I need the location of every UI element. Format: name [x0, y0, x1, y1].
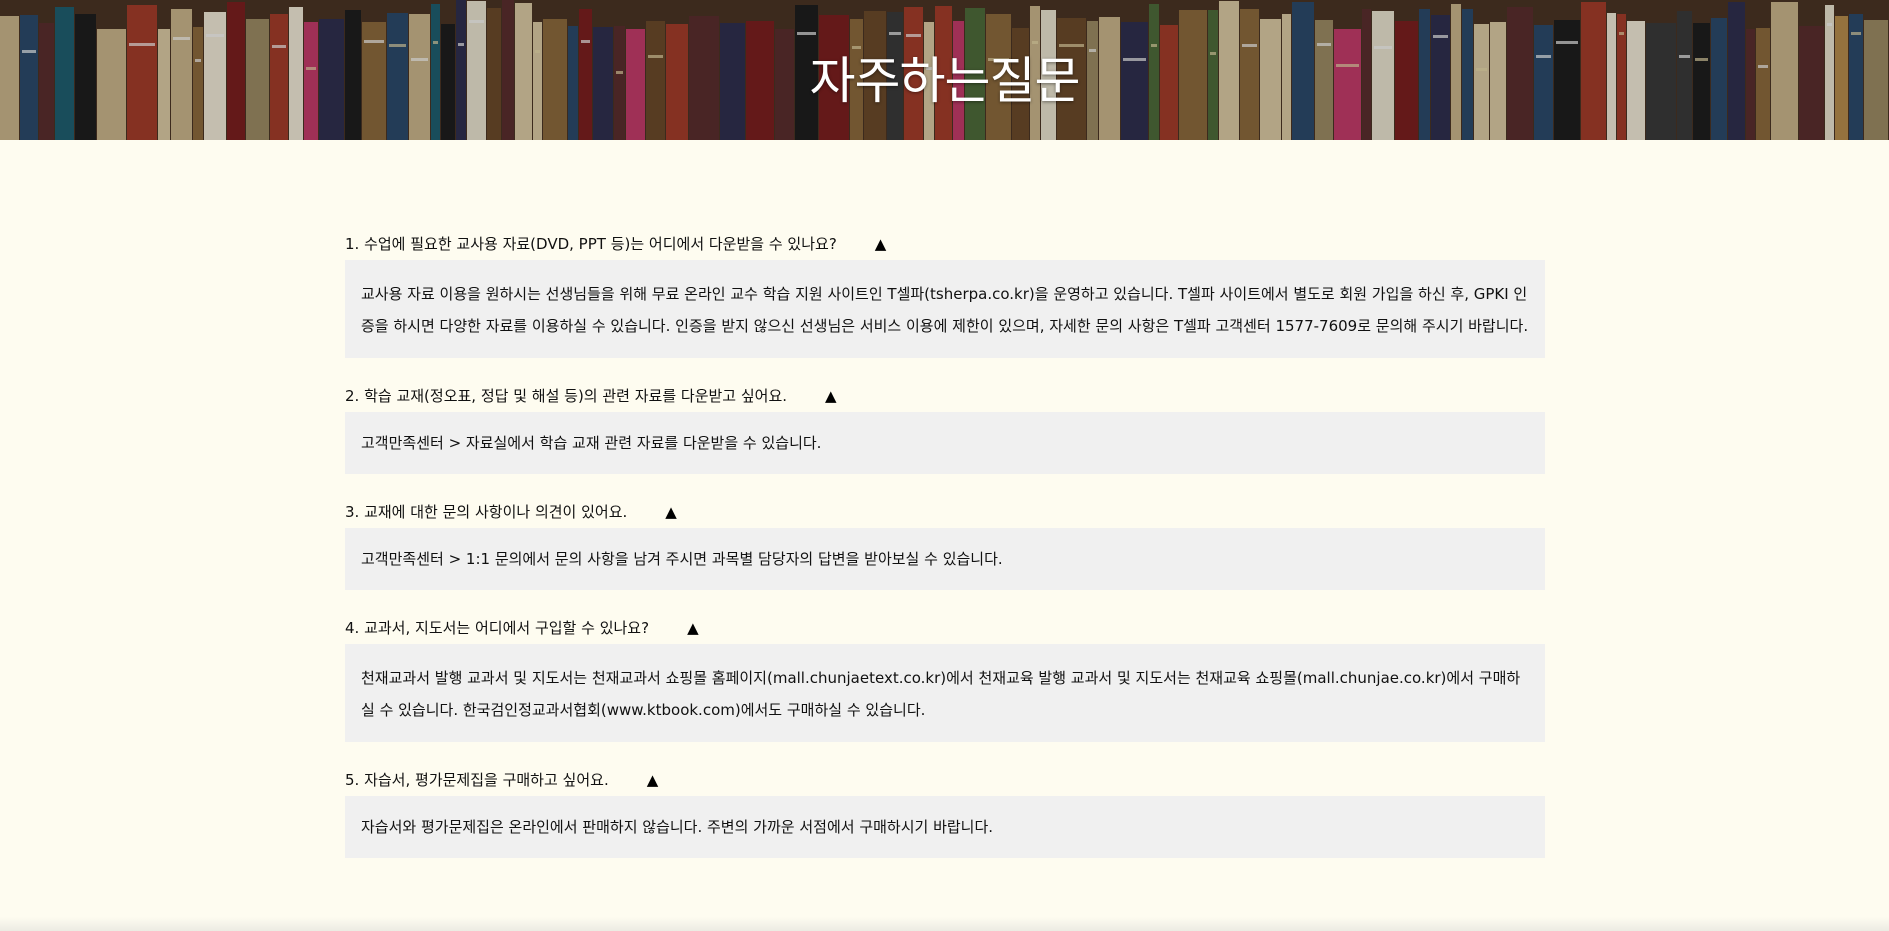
faq-question-text: 4. 교과서, 지도서는 어디에서 구입할 수 있나요? [345, 619, 650, 637]
faq-answer-3: 고객만족센터 > 1:1 문의에서 문의 사항을 남겨 주시면 과목별 담당자의… [345, 528, 1545, 590]
faq-list: 1. 수업에 필요한 교사용 자료(DVD, PPT 등)는 어디에서 다운받을… [345, 232, 1545, 884]
faq-answer-4: 천재교과서 발행 교과서 및 지도서는 천재교과서 쇼핑몰 홈페이지(mall.… [345, 644, 1545, 742]
faq-question-5[interactable]: 5. 자습서, 평가문제집을 구매하고 싶어요. ▲ [345, 768, 1545, 792]
faq-item-4: 4. 교과서, 지도서는 어디에서 구입할 수 있나요? ▲ 천재교과서 발행 … [345, 616, 1545, 742]
hero-banner: 자주하는질문 [0, 0, 1889, 140]
collapse-arrow-icon[interactable]: ▲ [665, 500, 677, 524]
faq-question-text: 2. 학습 교재(정오표, 정답 및 해설 등)의 관련 자료를 다운받고 싶어… [345, 387, 788, 405]
faq-answer-1: 교사용 자료 이용을 원하시는 선생님들을 위해 무료 온라인 교수 학습 지원… [345, 260, 1545, 358]
faq-question-text: 3. 교재에 대한 문의 사항이나 의견이 있어요. [345, 503, 628, 521]
faq-question-1[interactable]: 1. 수업에 필요한 교사용 자료(DVD, PPT 등)는 어디에서 다운받을… [345, 232, 1545, 256]
faq-item-1: 1. 수업에 필요한 교사용 자료(DVD, PPT 등)는 어디에서 다운받을… [345, 232, 1545, 358]
faq-item-2: 2. 학습 교재(정오표, 정답 및 해설 등)의 관련 자료를 다운받고 싶어… [345, 384, 1545, 474]
page-title: 자주하는질문 [809, 52, 1081, 110]
faq-question-text: 5. 자습서, 평가문제집을 구매하고 싶어요. [345, 771, 609, 789]
faq-item-5: 5. 자습서, 평가문제집을 구매하고 싶어요. ▲ 자습서와 평가문제집은 온… [345, 768, 1545, 858]
faq-answer-5: 자습서와 평가문제집은 온라인에서 판매하지 않습니다. 주변의 가까운 서점에… [345, 796, 1545, 858]
collapse-arrow-icon[interactable]: ▲ [647, 768, 659, 792]
faq-answer-2: 고객만족센터 > 자료실에서 학습 교재 관련 자료를 다운받을 수 있습니다. [345, 412, 1545, 474]
faq-question-2[interactable]: 2. 학습 교재(정오표, 정답 및 해설 등)의 관련 자료를 다운받고 싶어… [345, 384, 1545, 408]
collapse-arrow-icon[interactable]: ▲ [875, 232, 887, 256]
collapse-arrow-icon[interactable]: ▲ [687, 616, 699, 640]
collapse-arrow-icon[interactable]: ▲ [825, 384, 837, 408]
faq-question-text: 1. 수업에 필요한 교사용 자료(DVD, PPT 등)는 어디에서 다운받을… [345, 235, 837, 253]
faq-item-3: 3. 교재에 대한 문의 사항이나 의견이 있어요. ▲ 고객만족센터 > 1:… [345, 500, 1545, 590]
footer-shadow [0, 917, 1889, 931]
faq-question-3[interactable]: 3. 교재에 대한 문의 사항이나 의견이 있어요. ▲ [345, 500, 1545, 524]
faq-question-4[interactable]: 4. 교과서, 지도서는 어디에서 구입할 수 있나요? ▲ [345, 616, 1545, 640]
